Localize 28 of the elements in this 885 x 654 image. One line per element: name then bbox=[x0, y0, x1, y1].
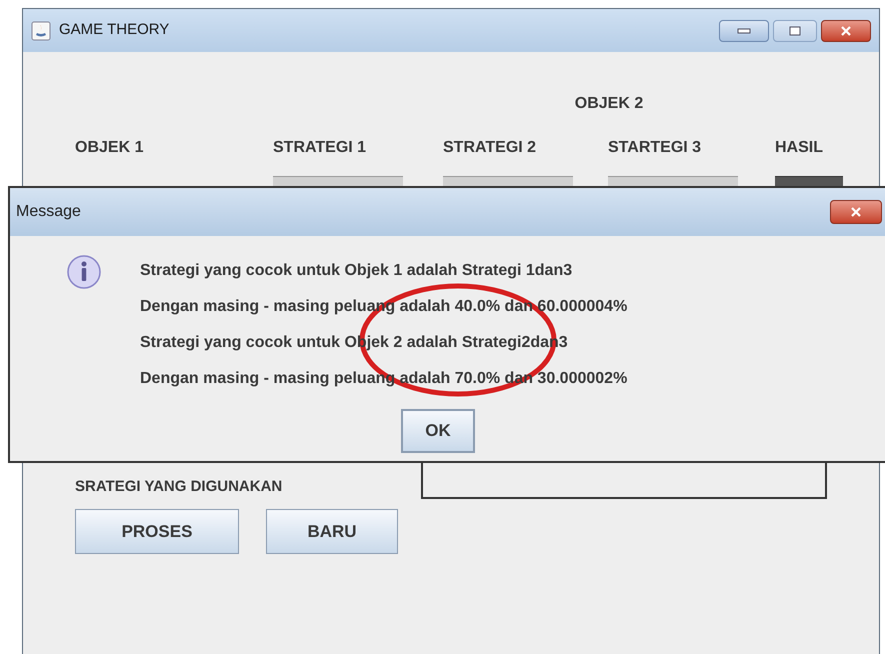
dialog-title: Message bbox=[16, 202, 81, 222]
column-header: OBJEK 1 bbox=[74, 138, 144, 158]
maximize-icon bbox=[789, 26, 801, 36]
dialog-close-button[interactable] bbox=[830, 200, 882, 224]
column-header: STARTEGI 3 bbox=[608, 138, 702, 158]
window-title: GAME THEORY bbox=[59, 20, 170, 40]
strategy-label: SRATEGI YANG DIGUNAKAN bbox=[75, 477, 284, 497]
close-icon bbox=[840, 26, 852, 36]
column-header: STRATEGI 1 bbox=[273, 138, 368, 158]
input-field[interactable] bbox=[273, 176, 403, 186]
action-button[interactable]: PROSES bbox=[75, 509, 239, 554]
info-icon bbox=[66, 254, 102, 290]
minimize-icon bbox=[737, 28, 751, 34]
app-icon bbox=[31, 20, 51, 40]
maximize-button[interactable] bbox=[773, 20, 817, 42]
strategy-field[interactable] bbox=[421, 462, 827, 499]
minimize-button[interactable] bbox=[719, 20, 769, 42]
message-line: Strategi yang cocok untuk Objek 1 adalah Strategi 1dan3 bbox=[140, 261, 574, 281]
close-button[interactable] bbox=[821, 20, 871, 42]
group-label: OBJEK 2 bbox=[574, 94, 644, 114]
input-field[interactable] bbox=[608, 176, 738, 186]
ok-button[interactable]: OK bbox=[401, 409, 475, 453]
close-icon bbox=[850, 207, 862, 217]
result-field[interactable] bbox=[775, 176, 843, 186]
column-header: STRATEGI 2 bbox=[443, 138, 538, 158]
action-button[interactable]: BARU bbox=[266, 509, 398, 554]
column-header: HASIL bbox=[775, 138, 824, 158]
input-field[interactable] bbox=[443, 176, 573, 186]
